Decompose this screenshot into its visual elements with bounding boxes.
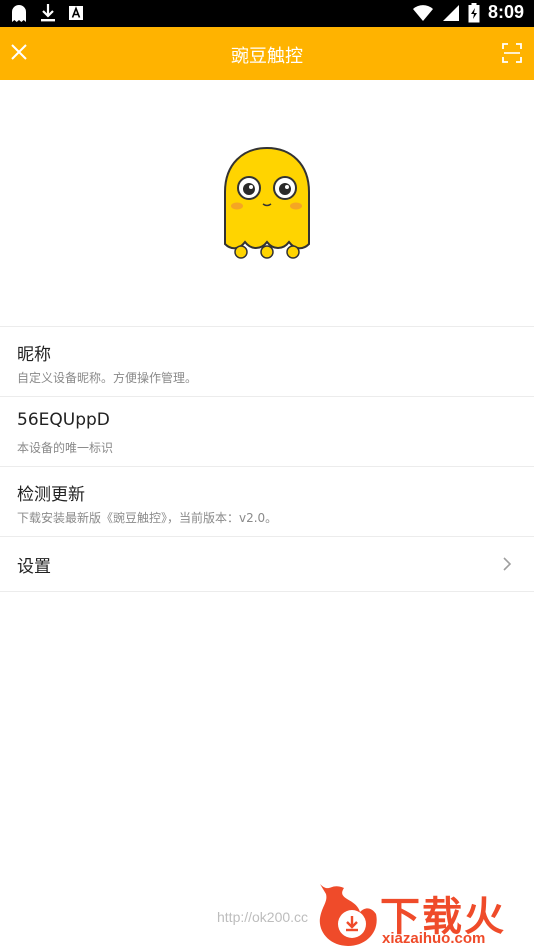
wifi-icon <box>412 4 433 21</box>
app-bar: 豌豆触控 <box>0 27 534 80</box>
status-bar: 8:09 <box>0 0 534 27</box>
download-icon <box>41 4 55 22</box>
device-id-desc: 本设备的唯一标识 <box>17 441 114 455</box>
footer-url: http://ok200.cc <box>217 909 309 925</box>
battery-charging-icon <box>468 2 480 22</box>
page-title: 豌豆触控 <box>231 46 303 67</box>
check-update-title: 检测更新 <box>17 485 85 505</box>
watermark: 下载火 xiazaihuo.com <box>316 878 534 950</box>
nickname-row[interactable]: 昵称 自定义设备昵称。方便操作管理。 <box>0 327 534 396</box>
check-update-row[interactable]: 检测更新 下载安装最新版《豌豆触控》，当前版本：v2.0。 <box>0 467 534 536</box>
nickname-title: 昵称 <box>17 345 51 365</box>
signal-icon <box>442 4 459 21</box>
settings-row[interactable]: 设置 <box>0 537 534 591</box>
status-time: 8:09 <box>487 2 524 22</box>
nickname-desc: 自定义设备昵称。方便操作管理。 <box>17 371 198 385</box>
device-id-title: 56EQUppD <box>17 410 110 430</box>
settings-title: 设置 <box>17 557 51 577</box>
divider <box>0 591 534 592</box>
font-icon <box>69 6 83 20</box>
device-id-row[interactable]: 56EQUppD 本设备的唯一标识 <box>0 397 534 466</box>
watermark-domain: xiazaihuo.com <box>382 930 486 947</box>
ghost-icon <box>12 5 26 22</box>
scan-icon[interactable] <box>502 43 522 63</box>
flame-logo-icon <box>319 884 377 946</box>
chevron-right-icon <box>503 557 512 571</box>
ghost-logo-icon <box>224 146 310 259</box>
check-update-desc: 下载安装最新版《豌豆触控》，当前版本：v2.0。 <box>17 511 278 525</box>
